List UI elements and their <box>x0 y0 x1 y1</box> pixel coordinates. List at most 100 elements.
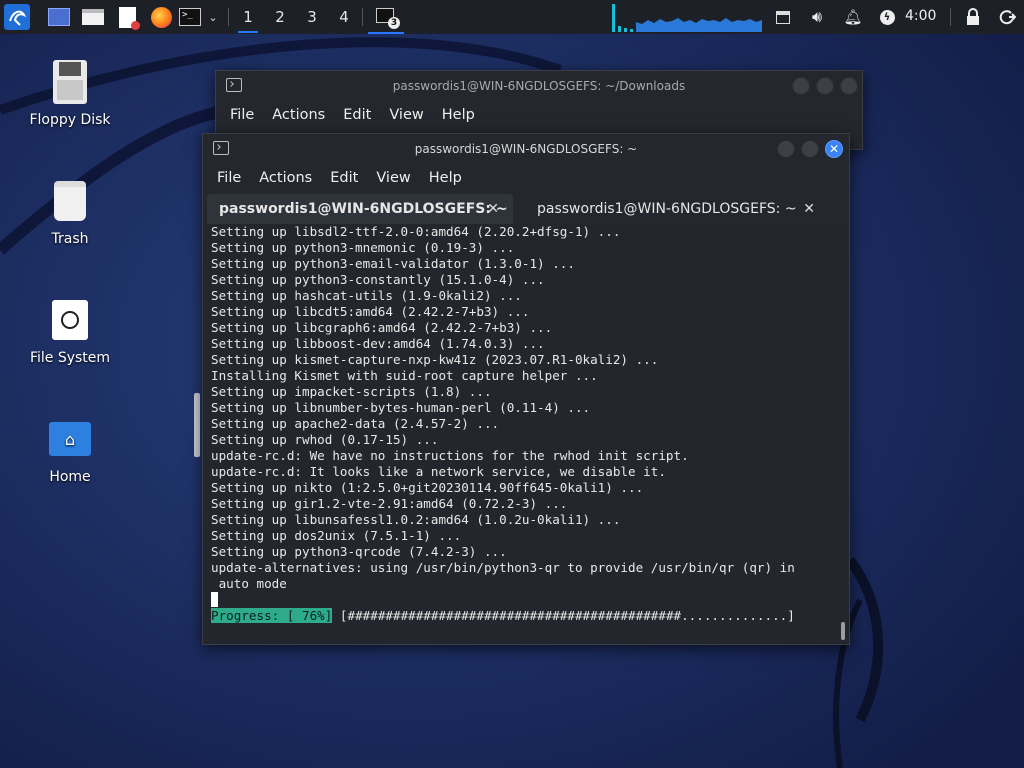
terminal-line: Setting up rwhod (0.17-15) ... <box>211 432 439 447</box>
tab-bar: passwordis1@WIN-6NGDLOSGEFS: ~ ✕ passwor… <box>203 192 849 224</box>
network-monitor-graph <box>612 4 762 32</box>
terminal-window-home[interactable]: passwordis1@WIN-6NGDLOSGEFS: ~ ✕ File Ac… <box>202 133 850 645</box>
terminal-line: auto mode <box>211 576 287 591</box>
terminal-line: Setting up python3-email-validator (1.3.… <box>211 256 575 271</box>
maximize-button[interactable] <box>801 140 819 158</box>
progress-label: Progress: [ 76%] <box>211 608 333 623</box>
desktop-icon-trash[interactable]: Trash <box>15 177 125 247</box>
maximize-button[interactable] <box>816 77 834 95</box>
minimize-button[interactable] <box>792 77 810 95</box>
terminal-line: Setting up python3-constantly (15.1.0-4)… <box>211 272 545 287</box>
terminal-line: Setting up impacket-scripts (1.8) ... <box>211 384 492 399</box>
terminal-line: Setting up gir1.2-vte-2.91:amd64 (0.72.2… <box>211 496 568 511</box>
workspace-4[interactable]: 4 <box>330 0 358 34</box>
menu-view[interactable]: View <box>389 107 423 123</box>
top-panel: >_ ⌄ 1 2 3 4 3 🔊︎ 🔔︎ ϟ 4:00 <box>0 0 1024 34</box>
window-count-badge: 3 <box>388 17 400 29</box>
menu-help[interactable]: Help <box>429 170 462 186</box>
minimize-button[interactable] <box>777 140 795 158</box>
terminal-line: Setting up apache2-data (2.4.57-2) ... <box>211 416 500 431</box>
terminal-task-button[interactable]: 3 <box>368 0 404 34</box>
terminal-line: Setting up libboost-dev:amd64 (1.74.0.3)… <box>211 336 545 351</box>
tab-label: passwordis1@WIN-6NGDLOSGEFS: ~ <box>537 201 797 217</box>
drive-icon <box>46 296 94 344</box>
close-button[interactable]: ✕ <box>825 140 843 158</box>
window-title: passwordis1@WIN-6NGDLOSGEFS: ~ <box>414 142 638 156</box>
desktop-icon-file-system[interactable]: File System <box>15 296 125 366</box>
floppy-disk-icon <box>46 58 94 106</box>
panel-separator <box>228 8 229 26</box>
power-manager-icon[interactable]: ϟ <box>874 4 900 30</box>
window-titlebar[interactable]: passwordis1@WIN-6NGDLOSGEFS: ~ ✕ <box>203 134 849 164</box>
terminal-scrollbar[interactable] <box>841 622 845 640</box>
notifications-bell-icon[interactable]: 🔔︎ <box>840 4 866 30</box>
menu-edit[interactable]: Edit <box>343 107 371 123</box>
terminal-line: Setting up nikto (1:2.5.0+git20230114.90… <box>211 480 644 495</box>
menu-view[interactable]: View <box>376 170 410 186</box>
window-titlebar[interactable]: passwordis1@WIN-6NGDLOSGEFS: ~/Downloads <box>216 71 862 101</box>
terminal-cursor <box>211 592 218 607</box>
workspace-2[interactable]: 2 <box>266 0 294 34</box>
close-button[interactable] <box>840 77 858 95</box>
panel-separator <box>950 8 951 26</box>
terminal-line: Setting up libcdt5:amd64 (2.42.2-7+b3) .… <box>211 304 530 319</box>
panel-separator <box>362 8 363 26</box>
trash-icon <box>46 177 94 225</box>
terminal-icon <box>226 78 242 92</box>
show-desktop-icon[interactable] <box>46 4 72 30</box>
tab-terminal-1[interactable]: passwordis1@WIN-6NGDLOSGEFS: ~ ✕ <box>207 194 513 224</box>
desktop-icon-floppy-disk[interactable]: Floppy Disk <box>15 58 125 128</box>
file-manager-icon[interactable] <box>80 4 106 30</box>
menu-file[interactable]: File <box>217 170 241 186</box>
menu-bar: File Actions Edit View Help <box>216 101 862 129</box>
terminal-line: Setting up kismet-capture-nxp-kw41z (202… <box>211 352 659 367</box>
desktop-icon-home[interactable]: ⌂ Home <box>15 415 125 485</box>
workspace-3[interactable]: 3 <box>298 0 326 34</box>
terminal-icon[interactable]: >_ <box>178 4 202 30</box>
terminal-line: update-rc.d: It looks like a network ser… <box>211 464 666 479</box>
volume-icon[interactable]: 🔊︎ <box>804 4 830 30</box>
terminal-line: Setting up python3-qrcode (7.4.2-3) ... <box>211 544 507 559</box>
progress-bar: [#######################################… <box>332 608 795 623</box>
text-editor-icon[interactable] <box>114 4 140 30</box>
desktop-icon-label: File System <box>29 350 111 366</box>
menu-bar: File Actions Edit View Help <box>203 164 849 192</box>
terminal-line: Setting up hashcat-utils (1.9-0kali2) ..… <box>211 288 522 303</box>
terminal-output[interactable]: Setting up libsdl2-ttf-2.0-0:amd64 (2.20… <box>203 224 849 644</box>
tab-label: passwordis1@WIN-6NGDLOSGEFS: ~ <box>219 201 508 217</box>
chevron-down-icon[interactable]: ⌄ <box>204 4 222 30</box>
screenshot-tool-icon[interactable] <box>770 4 796 30</box>
desktop-icon-label: Floppy Disk <box>29 112 111 128</box>
clock[interactable]: 4:00 <box>905 8 936 24</box>
menu-file[interactable]: File <box>230 107 254 123</box>
menu-help[interactable]: Help <box>442 107 475 123</box>
terminal-cursor-line <box>203 592 849 608</box>
desktop-icon-label: Trash <box>51 231 89 247</box>
firefox-icon[interactable] <box>148 4 174 30</box>
terminal-lines: Setting up libsdl2-ttf-2.0-0:amd64 (2.20… <box>203 224 849 592</box>
terminal-line: Setting up libcgraph6:amd64 (2.42.2-7+b3… <box>211 320 553 335</box>
tab-terminal-2[interactable]: passwordis1@WIN-6NGDLOSGEFS: ~ ✕ <box>519 194 829 224</box>
home-folder-icon: ⌂ <box>46 415 94 463</box>
close-tab-icon[interactable]: ✕ <box>803 201 815 217</box>
kali-menu-icon[interactable] <box>4 4 30 30</box>
terminal-line: update-alternatives: using /usr/bin/pyth… <box>211 560 795 575</box>
menu-actions[interactable]: Actions <box>259 170 312 186</box>
menu-edit[interactable]: Edit <box>330 170 358 186</box>
terminal-line: Setting up libsdl2-ttf-2.0-0:amd64 (2.20… <box>211 224 621 239</box>
terminal-line: update-rc.d: We have no instructions for… <box>211 448 689 463</box>
terminal-line: Installing Kismet with suid-root capture… <box>211 368 598 383</box>
window-title: passwordis1@WIN-6NGDLOSGEFS: ~/Downloads <box>392 79 686 93</box>
terminal-line: Setting up python3-mnemonic (0.19-3) ... <box>211 240 515 255</box>
back-window-scrollbar[interactable] <box>194 393 200 457</box>
lock-screen-icon[interactable] <box>960 4 986 30</box>
terminal-line: Setting up libunsafessl1.0.2:amd64 (1.0.… <box>211 512 621 527</box>
close-tab-icon[interactable]: ✕ <box>487 201 499 217</box>
logout-icon[interactable] <box>994 4 1020 30</box>
terminal-line: Setting up dos2unix (7.5.1-1) ... <box>211 528 462 543</box>
terminal-icon <box>213 141 229 155</box>
progress-line: Progress: [ 76%] [######################… <box>203 608 849 624</box>
terminal-line: Setting up libnumber-bytes-human-perl (0… <box>211 400 591 415</box>
menu-actions[interactable]: Actions <box>272 107 325 123</box>
workspace-1[interactable]: 1 <box>234 0 262 34</box>
